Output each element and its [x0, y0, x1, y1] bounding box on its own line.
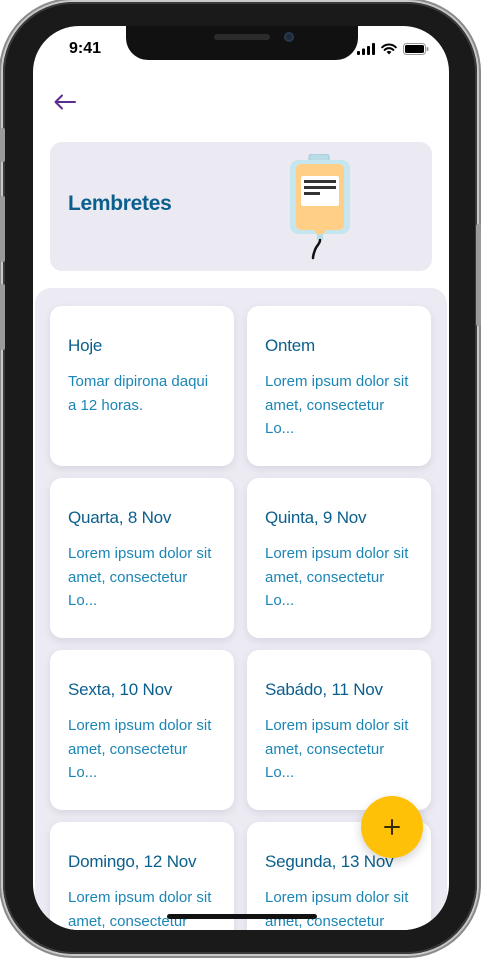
- reminder-text: Lorem ipsum dolor sit amet, consectetur …: [68, 545, 212, 609]
- header-card: Lembretes: [50, 142, 432, 271]
- reminder-text: Lorem ipsum dolor sit amet, consectetur …: [68, 717, 212, 781]
- plus-icon: [384, 819, 400, 835]
- home-indicator[interactable]: [167, 914, 317, 919]
- reminder-text: Lorem ipsum dolor sit amet, consectetur …: [265, 373, 409, 437]
- reminder-card[interactable]: Ontem Lorem ipsum dolor sit amet, consec…: [247, 306, 431, 466]
- reminder-card[interactable]: Sexta, 10 Nov Lorem ipsum dolor sit amet…: [50, 650, 234, 810]
- wifi-icon: [381, 43, 397, 55]
- reminder-text: Tomar dipirona daqui a 12 horas.: [68, 373, 209, 414]
- iv-bag-illustration: [290, 154, 350, 260]
- reminder-card[interactable]: Sabádo, 11 Nov Lorem ipsum dolor sit ame…: [247, 650, 431, 810]
- notch: [126, 26, 358, 60]
- add-reminder-button[interactable]: [361, 796, 423, 858]
- reminder-date: Sexta, 10 Nov: [68, 680, 173, 699]
- reminder-card[interactable]: Quinta, 9 Nov Lorem ipsum dolor sit amet…: [247, 478, 431, 638]
- mute-switch: [0, 128, 5, 162]
- volume-down-button: [0, 284, 5, 350]
- reminder-text: Lorem ipsum dolor sit amet, consectetur …: [68, 889, 212, 930]
- reminder-text: Lorem ipsum dolor sit amet, consectetur …: [265, 889, 409, 930]
- cellular-signal-icon: [357, 43, 375, 55]
- reminder-date: Sabádo, 11 Nov: [265, 680, 383, 699]
- battery-icon: [403, 43, 429, 55]
- status-time: 9:41: [69, 40, 102, 57]
- reminder-date: Ontem: [265, 336, 316, 355]
- reminder-date: Quinta, 9 Nov: [265, 508, 367, 527]
- reminder-date: Hoje: [68, 336, 103, 355]
- power-button: [476, 224, 481, 326]
- arrow-left-icon: [54, 94, 76, 110]
- screen: 9:41 Lembretes Hoje Tomar dipirona daqui…: [33, 26, 449, 930]
- reminder-date: Quarta, 8 Nov: [68, 508, 172, 527]
- reminder-card[interactable]: Hoje Tomar dipirona daqui a 12 horas.: [50, 306, 234, 466]
- page-title: Lembretes: [68, 192, 172, 215]
- reminder-date: Domingo, 12 Nov: [68, 852, 197, 871]
- reminder-text: Lorem ipsum dolor sit amet, consectetur …: [265, 545, 409, 609]
- status-icons: [357, 43, 429, 55]
- front-camera: [284, 32, 294, 42]
- back-button[interactable]: [51, 88, 79, 116]
- volume-up-button: [0, 196, 5, 262]
- reminder-card[interactable]: Quarta, 8 Nov Lorem ipsum dolor sit amet…: [50, 478, 234, 638]
- reminder-text: Lorem ipsum dolor sit amet, consectetur …: [265, 717, 409, 781]
- speaker: [214, 34, 270, 40]
- reminder-date: Segunda, 13 Nov: [265, 852, 394, 871]
